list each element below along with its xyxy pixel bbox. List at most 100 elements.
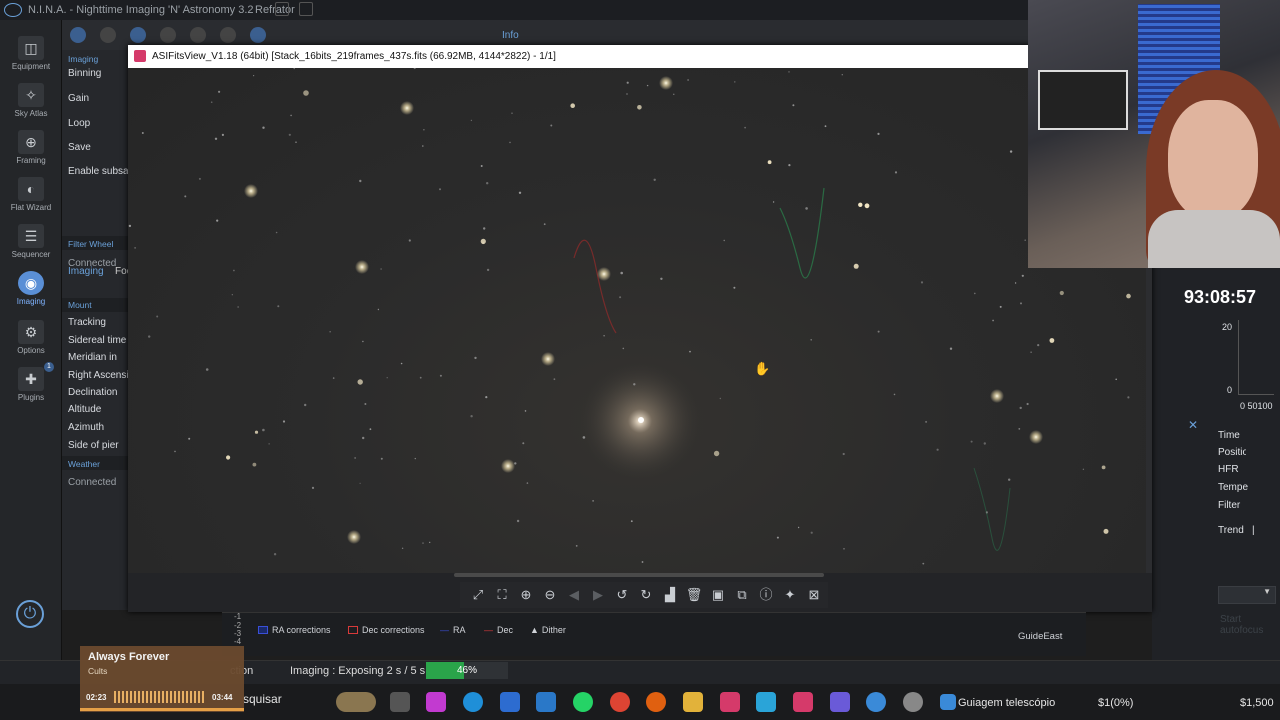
copilot-icon[interactable] [426,692,446,712]
star [853,263,859,269]
close-icon[interactable]: ✕ [1188,418,1198,432]
setting-binning[interactable]: Binning [68,68,101,79]
rotate-right-icon[interactable]: ↻ [636,585,656,605]
star [233,269,235,272]
toolbar-sequence-icon[interactable] [250,27,266,43]
taskbar-active-window[interactable]: Guiagem telescópio [958,697,1055,709]
legend-ra[interactable]: — RA [440,625,466,635]
setting-gain[interactable]: Gain [68,93,89,104]
toolbar-rotator-icon[interactable] [160,27,176,43]
rotate-left-icon[interactable]: ↺ [612,585,632,605]
framing-icon: ⊕ [18,130,44,154]
store-icon[interactable] [500,692,520,712]
setting-loop[interactable]: Loop [68,118,90,129]
star [359,482,361,484]
song-artist: Cults [88,666,108,676]
legend-dec-corrections[interactable]: Dec corrections [348,625,425,635]
app-icon[interactable] [903,692,923,712]
webcam-shelf [1038,70,1128,130]
fitsview-icon[interactable] [793,692,813,712]
star [797,526,800,529]
star [893,393,896,396]
fits-image-canvas[interactable]: ✋ [128,68,1146,573]
star [483,227,486,230]
toolbar-filter-icon[interactable] [100,27,116,43]
star [936,448,939,451]
zoom-out-icon[interactable]: ⊖ [540,585,560,605]
star-icon[interactable]: ✦ [780,585,800,605]
search-highlight-icon[interactable] [336,692,376,712]
fit-1to1-icon[interactable]: ⤢ [468,585,488,605]
star [184,195,187,198]
toolbar-camera-icon[interactable] [70,27,86,43]
edge-icon[interactable] [463,692,483,712]
app-icon[interactable] [536,692,556,712]
nav-options[interactable]: ⚙ Options [0,314,62,362]
horizontal-scrollbar[interactable] [454,573,824,577]
delete-icon[interactable]: 🗑 [684,585,704,605]
hand-cursor-icon: ✋ [754,361,770,377]
app-icon[interactable] [830,692,850,712]
star [1008,478,1011,481]
song-title: Always Forever [88,651,170,663]
stretch-icon[interactable]: ⊠ [804,585,824,605]
power-icon[interactable]: ⏻ [16,600,44,628]
setting-save[interactable]: Save [68,142,91,153]
nav-equipment[interactable]: ◫ Equipment [0,30,62,78]
toolbar-guider-icon[interactable] [220,27,236,43]
star [810,339,812,341]
star [362,340,364,343]
nav-imaging[interactable]: ◉ Imaging [0,265,62,313]
star [810,531,813,534]
toolbar-grid-icon[interactable] [275,2,289,16]
toolbar-telescope-icon[interactable] [190,27,206,43]
bright-star [990,389,1004,403]
toolbar-info[interactable]: Info [502,30,519,41]
histogram-icon[interactable]: ▟ [660,585,680,605]
chrome-icon[interactable] [610,692,630,712]
fitsview-icon[interactable] [720,692,740,712]
star [485,396,488,399]
toolbar-chart-icon[interactable] [299,2,313,16]
bright-star [347,530,361,544]
nav-framing[interactable]: ⊕ Framing [0,124,62,172]
zoom-in-icon[interactable]: ⊕ [516,585,536,605]
phd2-icon[interactable] [940,694,956,710]
prev-icon[interactable]: ◀ [564,585,584,605]
whatsapp-icon[interactable] [573,692,593,712]
compare-icon[interactable]: ⧉ [732,585,752,605]
star [277,305,280,308]
fitsview-title-bar[interactable]: ASIFitsView_V1.18 (64bit) [Stack_16bits_… [128,45,1028,68]
weather-status: Connected [68,477,117,488]
legend-dec[interactable]: — Dec [484,625,513,635]
fit-window-icon[interactable]: ⛶ [492,585,512,605]
nav-flat-wizard[interactable]: ◐ Flat Wizard [0,171,62,219]
star [922,562,925,565]
taskbar-search[interactable]: squisar [243,692,282,706]
toolbar-focuser-icon[interactable] [130,27,146,43]
nav-label: Flat Wizard [10,203,52,212]
star [252,462,257,467]
star [156,315,159,318]
office-icon[interactable] [646,692,666,712]
star [858,202,863,207]
app-icon[interactable] [756,692,776,712]
info-icon[interactable]: ⓘ [756,585,776,605]
hfr-axis-label: 0 [1227,385,1233,395]
nina-icon[interactable] [866,692,886,712]
task-view-icon[interactable] [390,692,410,712]
star [626,81,629,84]
legend-dither[interactable]: ▲ Dither [530,625,566,635]
star [592,500,594,502]
nav-sky-atlas[interactable]: ✧ Sky Atlas [0,77,62,125]
nav-label: Plugins [17,393,45,402]
start-autofocus-button[interactable]: Start autofocus [1220,614,1280,636]
nav-sequencer[interactable]: ☰ Sequencer [0,218,62,266]
file-explorer-icon[interactable] [683,692,703,712]
save-icon[interactable]: ▣ [708,585,728,605]
autofocus-dropdown[interactable]: ▼ [1218,586,1276,604]
legend-ra-corrections[interactable]: RA corrections [258,625,331,635]
nav-plugins[interactable]: ✚ Plugins 1 [0,361,62,409]
next-icon[interactable]: ▶ [588,585,608,605]
star-chart-icon: ✧ [18,83,44,107]
